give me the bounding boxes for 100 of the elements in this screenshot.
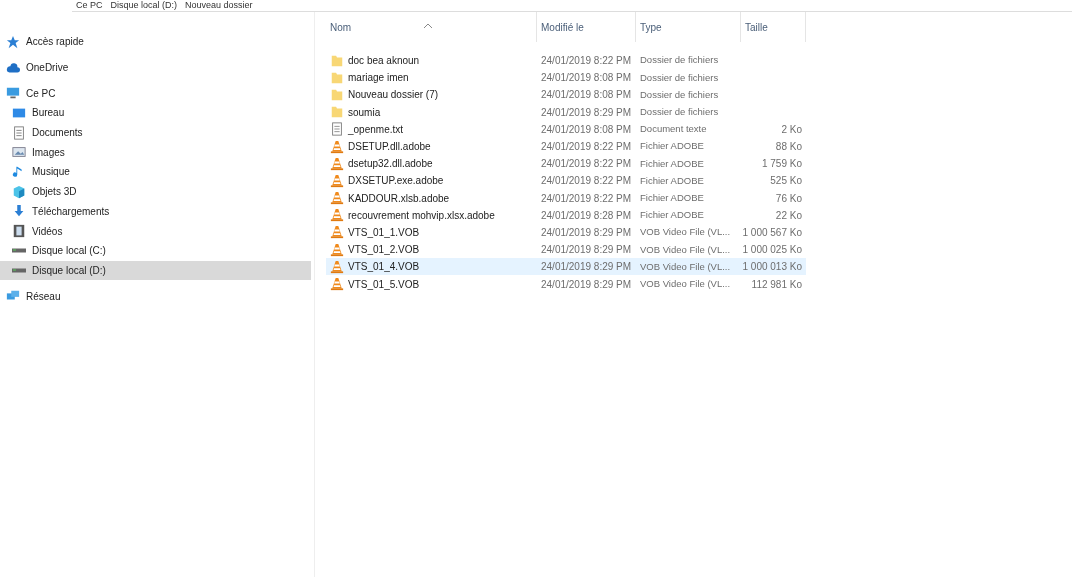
file-type: Dossier de fichiers bbox=[639, 53, 720, 68]
column-header[interactable]: Type bbox=[636, 12, 741, 42]
file-name: _openme.txt bbox=[348, 122, 404, 137]
file-type: VOB Video File (VL... bbox=[639, 242, 732, 257]
folder-icon bbox=[330, 87, 344, 102]
modified-date: 24/01/2019 8:08 PM bbox=[540, 71, 633, 86]
sidebar-item[interactable]: Objets 3D bbox=[0, 181, 314, 202]
traffic-cone-icon bbox=[330, 156, 344, 171]
file-name: DXSETUP.exe.adobe bbox=[348, 174, 444, 189]
file-type: Fichier ADOBE bbox=[639, 190, 705, 205]
document-icon bbox=[12, 125, 26, 140]
sidebar-item[interactable]: Réseau bbox=[0, 286, 314, 306]
column-header[interactable]: Taille bbox=[741, 12, 806, 42]
modified-date: 24/01/2019 8:29 PM bbox=[540, 225, 633, 240]
file-row[interactable]: mariage imen 24/01/2019 8:08 PM Dossier de fichiers bbox=[326, 69, 806, 87]
traffic-cone-icon bbox=[330, 259, 344, 274]
file-row[interactable]: DXSETUP.exe.adobe 24/01/2019 8:22 PM Fichier ADOBE 525 Ko bbox=[326, 172, 806, 190]
breadcrumb-item[interactable]: Nouveau dossier bbox=[185, 0, 253, 11]
pc-icon bbox=[6, 86, 20, 101]
sidebar-item[interactable]: Téléchargements bbox=[0, 201, 314, 222]
file-type: VOB Video File (VL... bbox=[639, 276, 732, 291]
sidebar-item[interactable]: Documents bbox=[0, 122, 314, 143]
sidebar-item[interactable]: Disque local (D:) bbox=[0, 260, 311, 281]
modified-date: 24/01/2019 8:22 PM bbox=[540, 54, 633, 69]
file-name: recouvrement mohvip.xlsx.adobe bbox=[348, 208, 495, 223]
file-row[interactable]: Nouveau dossier (7) 24/01/2019 8:08 PM Dossier de fichiers bbox=[326, 86, 806, 104]
traffic-cone-icon bbox=[330, 191, 344, 206]
file-size: 1 000 567 Ko bbox=[742, 225, 802, 240]
traffic-cone-icon bbox=[330, 277, 344, 292]
file-type: Document texte bbox=[639, 122, 708, 137]
file-row[interactable]: DSETUP.dll.adobe 24/01/2019 8:22 PM Fichier ADOBE 88 Ko bbox=[326, 137, 806, 156]
file-size: 2 Ko bbox=[781, 122, 802, 137]
file-type: Fichier ADOBE bbox=[639, 156, 705, 171]
modified-date: 24/01/2019 8:28 PM bbox=[540, 208, 633, 223]
star-icon bbox=[6, 34, 20, 49]
file-name: soumia bbox=[348, 105, 381, 120]
traffic-cone-icon bbox=[330, 225, 344, 240]
file-row[interactable]: recouvrement mohvip.xlsx.adobe 24/01/2019 8:28 PM Fichier ADOBE 22 Ko bbox=[326, 206, 806, 224]
file-row[interactable]: VTS_01_1.VOB 24/01/2019 8:29 PM VOB Video File (VL... 1 000 567 Ko bbox=[326, 223, 806, 242]
file-row[interactable]: dsetup32.dll.adobe 24/01/2019 8:22 PM Fichier ADOBE 1 759 Ko bbox=[326, 155, 806, 173]
breadcrumb-item[interactable]: Disque local (D:) bbox=[110, 0, 178, 11]
drive-icon bbox=[12, 267, 26, 273]
sidebar-item[interactable]: Ce PC bbox=[0, 83, 314, 104]
address-bar[interactable]: Ce PC Disque local (D:) Nouveau dossier bbox=[72, 0, 1072, 12]
modified-date: 24/01/2019 8:08 PM bbox=[540, 88, 633, 103]
file-row[interactable]: _openme.txt 24/01/2019 8:08 PM Document texte 2 Ko bbox=[326, 120, 806, 138]
sidebar-item[interactable]: Vidéos bbox=[0, 221, 314, 241]
file-row[interactable]: VTS_01_5.VOB 24/01/2019 8:29 PM VOB Video File (VL... 112 981 Ko bbox=[326, 275, 806, 293]
folder-icon bbox=[330, 105, 344, 120]
film-icon bbox=[12, 224, 26, 239]
modified-date: 24/01/2019 8:22 PM bbox=[540, 174, 633, 189]
image-icon bbox=[12, 145, 26, 160]
file-type: VOB Video File (VL... bbox=[639, 225, 732, 240]
file-row[interactable]: doc bea aknoun 24/01/2019 8:22 PM Dossier de fichiers bbox=[326, 52, 806, 70]
download-icon bbox=[12, 204, 26, 219]
traffic-cone-icon bbox=[330, 139, 344, 154]
file-size: 1 759 Ko bbox=[761, 157, 802, 172]
traffic-cone-icon bbox=[330, 242, 344, 257]
folder-icon bbox=[330, 70, 344, 85]
cube-icon bbox=[12, 184, 26, 199]
file-size: 76 Ko bbox=[775, 191, 802, 206]
file-name: doc bea aknoun bbox=[348, 54, 420, 69]
sidebar-item[interactable]: Bureau bbox=[0, 103, 314, 123]
column-header[interactable]: Nom bbox=[326, 12, 537, 42]
file-name: VTS_01_2.VOB bbox=[348, 243, 420, 258]
traffic-cone-icon bbox=[330, 208, 344, 223]
modified-date: 24/01/2019 8:22 PM bbox=[540, 157, 633, 172]
file-row[interactable]: soumia 24/01/2019 8:29 PM Dossier de fichiers bbox=[326, 103, 806, 121]
sidebar-item[interactable]: Musique bbox=[0, 162, 314, 182]
sort-ascending-icon bbox=[424, 23, 432, 28]
cloud-icon bbox=[6, 60, 20, 75]
traffic-cone-icon bbox=[330, 173, 344, 188]
file-row[interactable]: KADDOUR.xlsb.adobe 24/01/2019 8:22 PM Fichier ADOBE 76 Ko bbox=[326, 189, 806, 207]
sidebar-item[interactable]: OneDrive bbox=[0, 57, 314, 78]
file-row[interactable]: VTS_01_2.VOB 24/01/2019 8:29 PM VOB Video File (VL... 1 000 025 Ko bbox=[326, 241, 806, 259]
file-name: VTS_01_4.VOB bbox=[348, 260, 420, 275]
file-size: 88 Ko bbox=[775, 140, 802, 155]
file-name: KADDOUR.xlsb.adobe bbox=[348, 191, 450, 206]
modified-date: 24/01/2019 8:22 PM bbox=[540, 140, 633, 155]
file-name: VTS_01_1.VOB bbox=[348, 225, 420, 240]
breadcrumb-item[interactable]: Ce PC bbox=[76, 0, 103, 11]
file-name: Nouveau dossier (7) bbox=[348, 88, 439, 103]
modified-date: 24/01/2019 8:22 PM bbox=[540, 191, 633, 206]
text-file-icon bbox=[330, 122, 344, 137]
file-size: 112 981 Ko bbox=[751, 277, 802, 292]
file-size: 525 Ko bbox=[770, 174, 802, 189]
sidebar-item[interactable]: Images bbox=[0, 142, 314, 163]
column-header[interactable]: Modifié le bbox=[537, 12, 636, 42]
sidebar-item[interactable]: Accès rapide bbox=[0, 32, 314, 52]
file-name: mariage imen bbox=[348, 71, 409, 86]
file-size: 1 000 025 Ko bbox=[742, 243, 802, 258]
file-type: Dossier de fichiers bbox=[639, 105, 720, 120]
file-name: DSETUP.dll.adobe bbox=[348, 140, 431, 155]
sidebar-item[interactable]: Disque local (C:) bbox=[0, 240, 314, 261]
file-name: VTS_01_5.VOB bbox=[348, 277, 420, 292]
file-size: 1 000 013 Ko bbox=[742, 260, 802, 275]
file-size: 22 Ko bbox=[775, 208, 802, 223]
modified-date: 24/01/2019 8:29 PM bbox=[540, 243, 633, 258]
file-type: Fichier ADOBE bbox=[639, 173, 705, 188]
file-row[interactable]: VTS_01_4.VOB 24/01/2019 8:29 PM VOB Video File (VL... 1 000 013 Ko bbox=[326, 258, 806, 276]
